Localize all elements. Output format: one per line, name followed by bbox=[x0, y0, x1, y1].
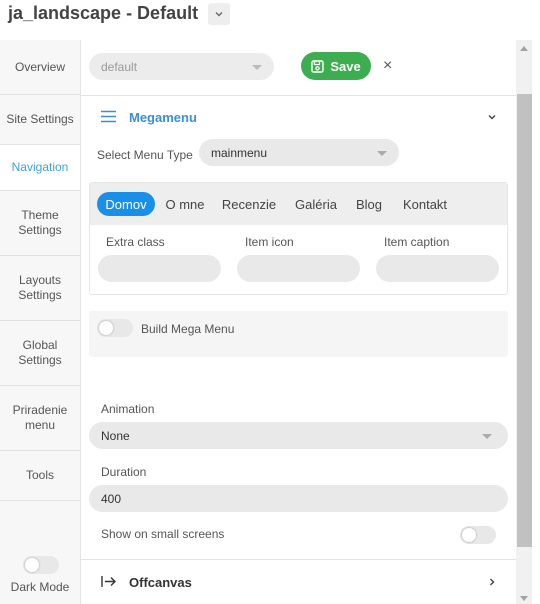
chevron-down-icon bbox=[215, 12, 223, 17]
chevron-down-icon bbox=[488, 115, 496, 120]
tab-galeria[interactable]: Galéria bbox=[289, 192, 343, 216]
offcanvas-title: Offcanvas bbox=[129, 575, 192, 590]
tab-label: Domov bbox=[105, 196, 147, 212]
sidebar-item-label: Priradenie menu bbox=[12, 403, 68, 432]
build-mega-menu-toggle[interactable] bbox=[97, 319, 133, 337]
sidebar-item-label: Global Settings bbox=[18, 338, 62, 367]
build-mega-menu-label: Build Mega Menu bbox=[141, 322, 235, 336]
item-caption-label: Item caption bbox=[384, 235, 450, 249]
select-menu-type-label: Select Menu Type bbox=[97, 148, 193, 162]
sidebar-item-label: Site Settings bbox=[6, 112, 74, 126]
save-button-label: Save bbox=[330, 58, 361, 74]
save-button[interactable]: Save bbox=[301, 52, 371, 80]
app-header: ja_landscape - Default bbox=[0, 0, 540, 40]
caret-down-icon bbox=[482, 434, 492, 439]
dark-mode-label: Dark Mode bbox=[10, 580, 70, 594]
tab-domov[interactable]: Domov bbox=[97, 192, 155, 216]
page-title: ja_landscape - Default bbox=[8, 3, 199, 23]
extra-class-input[interactable] bbox=[98, 255, 221, 282]
sidebar-item-navigation[interactable]: Navigation bbox=[0, 145, 80, 191]
arrow-right-bar-icon bbox=[101, 576, 116, 587]
tab-label: Blog bbox=[355, 196, 383, 212]
toolbar: default Save × bbox=[81, 40, 516, 96]
tab-kontakt[interactable]: Kontakt bbox=[397, 192, 453, 216]
extra-class-label: Extra class bbox=[106, 235, 165, 249]
megamenu-panel-header[interactable]: Megamenu bbox=[81, 97, 516, 137]
save-icon bbox=[311, 59, 325, 73]
animation-value: None bbox=[101, 429, 130, 443]
duration-input[interactable]: 400 bbox=[89, 485, 508, 512]
sidebar-item-overview[interactable]: Overview bbox=[0, 40, 80, 95]
close-icon[interactable]: × bbox=[383, 57, 392, 75]
menu-icon bbox=[101, 110, 116, 123]
menu-items-card: Domov O mne Recenzie Galéria Blog Kontak… bbox=[89, 182, 508, 295]
preset-select-value: default bbox=[101, 60, 138, 74]
tab-label: O mne bbox=[165, 196, 205, 212]
menu-type-value: mainmenu bbox=[211, 146, 268, 160]
sidebar-item-global-settings[interactable]: Global Settings bbox=[0, 321, 80, 386]
offcanvas-panel-header[interactable]: Offcanvas bbox=[81, 559, 516, 604]
tab-o-mne[interactable]: O mne bbox=[161, 192, 209, 216]
sidebar-item-layouts-settings[interactable]: Layouts Settings bbox=[0, 256, 80, 321]
sidebar-item-label: Overview bbox=[14, 59, 65, 74]
duration-label: Duration bbox=[101, 465, 147, 479]
sidebar-item-site-settings[interactable]: Site Settings bbox=[0, 95, 80, 145]
tab-blog[interactable]: Blog bbox=[351, 192, 387, 216]
sidebar-item-label: Navigation bbox=[11, 160, 69, 174]
dark-mode-toggle[interactable] bbox=[23, 556, 59, 574]
tab-recenzie[interactable]: Recenzie bbox=[217, 192, 281, 216]
scrollbar-thumb[interactable] bbox=[517, 94, 532, 547]
template-dropdown-button[interactable] bbox=[208, 3, 230, 25]
small-screens-toggle[interactable] bbox=[460, 526, 496, 544]
menu-item-tabs: Domov O mne Recenzie Galéria Blog Kontak… bbox=[90, 183, 507, 225]
scroll-up-arrow-icon[interactable] bbox=[520, 46, 528, 51]
sidebar: Overview Site Settings Navigation Theme … bbox=[0, 40, 81, 604]
menu-type-select[interactable]: mainmenu bbox=[199, 139, 399, 166]
toggle-knob bbox=[25, 558, 39, 572]
sidebar-item-label: Layouts Settings bbox=[18, 273, 62, 302]
animation-label: Animation bbox=[101, 402, 155, 416]
toggle-knob bbox=[99, 321, 113, 335]
duration-value: 400 bbox=[101, 492, 122, 506]
sidebar-item-label: Tools bbox=[25, 468, 54, 482]
tab-label: Recenzie bbox=[221, 196, 277, 212]
tab-label: Galéria bbox=[295, 196, 337, 212]
item-caption-input[interactable] bbox=[376, 255, 499, 282]
sidebar-item-theme-settings[interactable]: Theme Settings bbox=[0, 191, 80, 256]
item-icon-input[interactable] bbox=[237, 255, 360, 282]
preset-select[interactable]: default bbox=[89, 53, 274, 80]
caret-down-icon bbox=[377, 151, 387, 156]
sidebar-item-label: Theme Settings bbox=[18, 208, 62, 237]
chevron-right-icon bbox=[490, 578, 495, 586]
sidebar-item-priradenie-menu[interactable]: Priradenie menu bbox=[0, 386, 80, 451]
tab-label: Kontakt bbox=[402, 196, 448, 212]
scroll-down-arrow-icon[interactable] bbox=[520, 596, 528, 601]
sidebar-item-tools[interactable]: Tools bbox=[0, 451, 80, 501]
caret-down-icon bbox=[252, 65, 262, 70]
item-icon-label: Item icon bbox=[245, 235, 294, 249]
animation-select[interactable]: None bbox=[89, 422, 508, 449]
toggle-knob bbox=[462, 528, 476, 542]
build-mega-menu-box: Build Mega Menu bbox=[89, 311, 508, 357]
megamenu-title: Megamenu bbox=[129, 110, 197, 125]
small-screens-label: Show on small screens bbox=[101, 527, 225, 541]
